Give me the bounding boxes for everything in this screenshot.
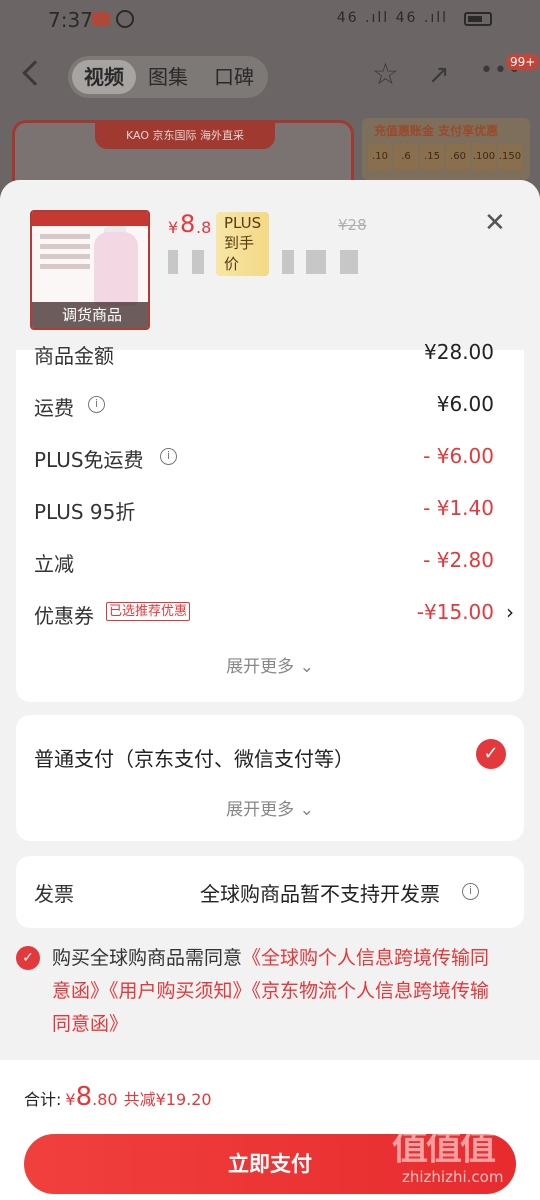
price-symbol: ¥	[168, 218, 179, 237]
promo-coin: .6	[394, 144, 418, 170]
notification-icon	[116, 10, 134, 28]
site-watermark: 值值值	[392, 1127, 496, 1168]
redacted-block	[340, 250, 358, 274]
total-discount: 共减¥19.20	[123, 1090, 212, 1109]
fee-value: - ¥2.80	[423, 548, 494, 572]
fee-label: PLUS 95折	[34, 500, 136, 524]
agreement-prefix: 购买全球购商品需同意	[52, 947, 243, 969]
chevron-right-icon: ›	[506, 600, 514, 624]
fee-label: 运费	[34, 396, 74, 420]
thumbnail-label: 调货商品	[32, 302, 148, 328]
redacted-block	[168, 250, 178, 274]
promo-banner-title: 充值惠账金 支付享优惠	[374, 124, 499, 138]
fee-row: 立减 - ¥2.80	[34, 536, 506, 588]
app-notification-icon	[92, 12, 110, 26]
product-nav: 视频 图集 口碑 ☆ ↗ ••• 99+	[0, 52, 540, 102]
original-price: ¥28	[338, 216, 367, 234]
status-bar: 7:37 46 .ıll 46 .ıll	[0, 0, 540, 40]
agreement-link[interactable]: 《用户购买须知》	[109, 980, 252, 1002]
product-thumbnail[interactable]: 调货商品	[30, 210, 150, 330]
site-watermark-url: zhizhizhi.com	[402, 1168, 504, 1186]
fee-summary-card: 商品金额 ¥28.00 运费 i ¥6.00 PLUS免运费 i - ¥6.00…	[16, 340, 524, 702]
fee-value: ¥28.00	[424, 340, 494, 364]
redacted-block	[192, 250, 204, 274]
signal-indicator: 46 .ıll 46 .ıll	[336, 10, 448, 26]
fee-value: - ¥6.00	[423, 444, 494, 468]
total-label: 合计:	[24, 1090, 62, 1109]
fee-row: PLUS 95折 - ¥1.40	[34, 484, 506, 536]
battery-icon	[464, 12, 492, 26]
invoice-card: 发票 全球购商品暂不支持开发票 i	[16, 856, 524, 928]
invoice-value: 全球购商品暂不支持开发票	[200, 882, 440, 906]
promo-coin: .10	[368, 144, 392, 170]
sheet-header: 调货商品 ¥ 8 .8 PLUS到手价 ¥28 ✕	[0, 180, 540, 350]
tab-reviews[interactable]: 口碑	[202, 60, 266, 94]
fee-label: 优惠券	[34, 604, 94, 628]
promo-coin: .100	[472, 144, 496, 170]
thumbnail-brand-strip	[32, 212, 148, 226]
info-icon[interactable]: i	[462, 883, 479, 900]
promo-banner: 充值惠账金 支付享优惠 .10 .6 .15 .60 .100 .150	[362, 118, 530, 180]
fee-value: ¥6.00	[436, 392, 494, 416]
fee-label: PLUS免运费	[34, 448, 144, 472]
bottle-shape	[94, 232, 138, 306]
media-tabs: 视频 图集 口碑	[68, 56, 268, 98]
status-time: 7:37	[48, 8, 93, 32]
invoice-label: 发票	[34, 882, 74, 906]
redacted-block	[306, 250, 326, 274]
fee-row: PLUS免运费 i - ¥6.00	[34, 432, 506, 484]
fee-value: - ¥1.40	[423, 496, 494, 520]
message-badge: 99+	[506, 54, 540, 70]
coupon-tag: 已选推荐优惠	[106, 602, 191, 621]
thumbnail-text-lines	[40, 234, 90, 284]
checkout-sheet: 调货商品 ¥ 8 .8 PLUS到手价 ¥28 ✕ 商品金额 ¥28.00 运费…	[0, 180, 540, 1200]
total-row: 合计: ¥8.80 共减¥19.20	[24, 1082, 212, 1112]
payment-method-label: 普通支付（京东支付、微信支付等）	[34, 747, 354, 771]
share-icon[interactable]: ↗	[428, 60, 450, 90]
fee-row: 运费 i ¥6.00	[34, 380, 506, 432]
total-symbol: ¥	[65, 1090, 76, 1109]
price-decimal: .8	[196, 218, 212, 237]
total-integer: 8	[75, 1082, 93, 1112]
agreement-text: 购买全球购商品需同意《全球购个人信息跨境传输同意函》《用户购买须知》《京东物流个…	[52, 942, 508, 1041]
expand-more-button[interactable]: 展开更多 ⌄	[16, 795, 524, 820]
check-icon[interactable]: ✓	[476, 739, 506, 769]
promo-coin: .60	[446, 144, 470, 170]
plus-price-tag: PLUS到手价	[216, 212, 270, 276]
favorite-star-icon[interactable]: ☆	[372, 60, 399, 90]
fee-row: 商品金额 ¥28.00	[34, 328, 506, 380]
promo-coin: .150	[498, 144, 522, 170]
redacted-block	[282, 250, 294, 274]
fee-label: 立减	[34, 552, 74, 576]
payment-card: 普通支付（京东支付、微信支付等） ✓ 展开更多 ⌄	[16, 715, 524, 841]
info-icon[interactable]: i	[160, 448, 177, 465]
promo-coin: .15	[420, 144, 444, 170]
close-icon[interactable]: ✕	[484, 210, 506, 236]
expand-more-button[interactable]: 展开更多 ⌄	[16, 652, 524, 677]
coupon-row[interactable]: 优惠券 已选推荐优惠 -¥15.00 ›	[34, 588, 514, 640]
tab-gallery[interactable]: 图集	[136, 60, 200, 94]
fee-value: -¥15.00	[416, 600, 494, 624]
back-icon[interactable]	[22, 60, 48, 86]
fee-label: 商品金额	[34, 344, 114, 368]
check-icon[interactable]: ✓	[16, 946, 40, 970]
tab-video[interactable]: 视频	[72, 60, 136, 94]
price-integer: 8	[180, 210, 196, 238]
brand-banner-head: KAO 京东国际 海外直采	[95, 123, 275, 149]
info-icon[interactable]: i	[88, 396, 105, 413]
total-decimal: .80	[92, 1090, 118, 1109]
